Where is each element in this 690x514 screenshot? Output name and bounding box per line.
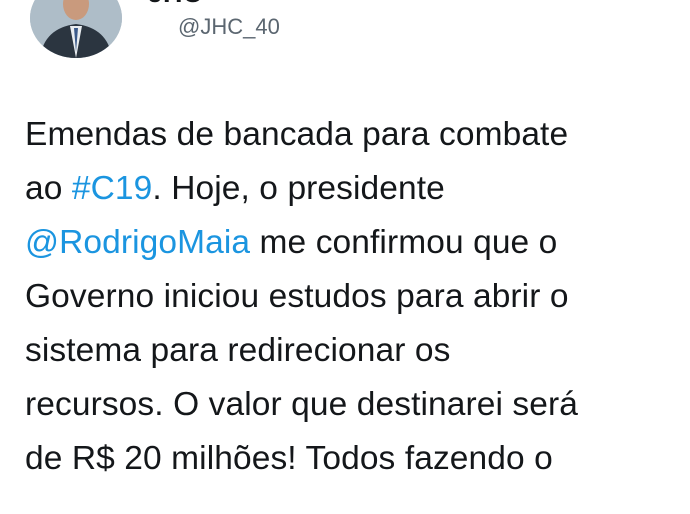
tweet-text-segment: sistema para redirecionar os (25, 332, 451, 369)
tweet-text-segment: Governo iniciou estudos para abrir o (25, 278, 569, 315)
tweet-text-segment: ao (25, 170, 72, 207)
tweet-text-segment: Emendas de bancada para combate (25, 116, 569, 153)
tweet-text-line: sistema para redirecionar os (25, 324, 675, 378)
tweet-card: JHC @JHC_40 Emendas de bancada para comb… (0, 0, 690, 514)
tweet-text-line: de R$ 20 milhões! Todos fazendo o (25, 432, 675, 486)
mention-link[interactable]: @RodrigoMaia (25, 224, 250, 261)
tweet-text-segment: me confirmou que o (250, 224, 558, 261)
verified-badge-icon (212, 0, 232, 2)
hashtag-link[interactable]: #C19 (72, 170, 153, 207)
avatar[interactable] (30, 0, 122, 58)
tweet-text-segment: recursos. O valor que destinarei será (25, 386, 578, 423)
author-display-name[interactable]: JHC (148, 0, 202, 8)
tweet-text-line: Governo iniciou estudos para abrir o (25, 270, 675, 324)
avatar-photo (30, 0, 122, 58)
tweet-text-line: recursos. O valor que destinarei será (25, 378, 675, 432)
tweet-text-line: @RodrigoMaia me confirmou que o (25, 216, 675, 270)
tweet-text-segment: . Hoje, o presidente (152, 170, 445, 207)
tweet-text-line: ao #C19. Hoje, o presidente (25, 162, 675, 216)
tweet-text-segment: de R$ 20 milhões! Todos fazendo o (25, 440, 553, 477)
tweet-text: Emendas de bancada para combate ao #C19. … (25, 108, 675, 486)
tweet-text-line: Emendas de bancada para combate (25, 108, 675, 162)
author-handle[interactable]: @JHC_40 (178, 14, 280, 40)
